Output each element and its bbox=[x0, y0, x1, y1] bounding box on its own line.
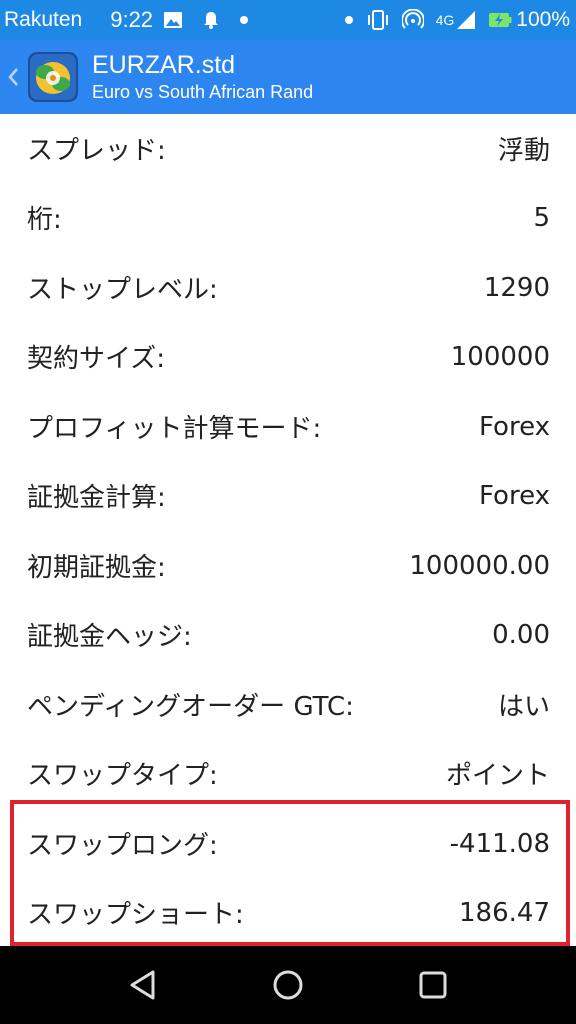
spec-label: 桁: bbox=[27, 205, 62, 235]
notification-bell-icon bbox=[201, 10, 221, 30]
carrier-name: Rakuten bbox=[4, 8, 83, 31]
spec-value: 100000.00 bbox=[409, 550, 550, 581]
spec-row-swap-type: スワップタイプ: ポイント bbox=[0, 739, 576, 808]
vibrate-icon bbox=[366, 10, 390, 30]
symbol-title: EURZAR.std bbox=[92, 51, 236, 79]
spec-row-digits: 桁: 5 bbox=[0, 183, 576, 252]
spec-value: はい bbox=[497, 692, 550, 722]
spec-row-margin-calc: 証拠金計算: Forex bbox=[0, 461, 576, 530]
spec-value: 5 bbox=[533, 202, 550, 233]
back-triangle-icon[interactable] bbox=[123, 965, 163, 1005]
hotspot-icon bbox=[401, 9, 424, 31]
battery-level: 100% bbox=[516, 8, 570, 31]
spec-value: 100000 bbox=[450, 341, 550, 372]
spec-row-stop-level: ストップレベル: 1290 bbox=[0, 253, 576, 322]
spec-label: 証拠金ヘッジ: bbox=[27, 622, 192, 652]
image-icon bbox=[163, 10, 183, 30]
spec-value: 1290 bbox=[483, 272, 550, 303]
recents-square-icon[interactable] bbox=[413, 965, 453, 1005]
spec-row-profit-calc-mode: プロフィット計算モード: Forex bbox=[0, 392, 576, 461]
spec-value: ポイント bbox=[445, 761, 550, 791]
spec-label: スワップタイプ: bbox=[27, 761, 218, 791]
symbol-description: Euro vs South African Rand bbox=[92, 82, 314, 102]
spec-value: Forex bbox=[479, 480, 550, 511]
spec-label: スプレッド: bbox=[27, 136, 166, 166]
spec-row-contract-size: 契約サイズ: 100000 bbox=[0, 322, 576, 391]
network-type: 4G bbox=[435, 12, 455, 28]
battery-charging-icon bbox=[488, 9, 512, 31]
spec-label: 契約サイズ: bbox=[27, 344, 165, 374]
spec-row-margin-hedge: 証拠金ヘッジ: 0.00 bbox=[0, 600, 576, 669]
system-navigation-bar bbox=[0, 946, 576, 1024]
spec-row-spread: スプレッド: 浮動 bbox=[0, 114, 576, 183]
chevron-left-icon[interactable] bbox=[2, 40, 24, 114]
dot-icon bbox=[239, 15, 249, 25]
signal-icon bbox=[456, 10, 476, 30]
spec-row-pending-order-gtc: ペンディングオーダー GTC: はい bbox=[0, 670, 576, 739]
status-bar: Rakuten 9:22 4G 100% bbox=[0, 0, 576, 40]
spec-label: 証拠金計算: bbox=[27, 483, 166, 513]
home-circle-icon[interactable] bbox=[268, 965, 308, 1005]
metatrader-logo-icon[interactable] bbox=[26, 50, 80, 104]
dot-icon bbox=[344, 15, 354, 25]
spec-value: 浮動 bbox=[497, 136, 550, 166]
swap-highlight-box bbox=[10, 800, 570, 946]
spec-row-initial-margin: 初期証拠金: 100000.00 bbox=[0, 531, 576, 600]
app-bar: EURZAR.std Euro vs South African Rand bbox=[0, 40, 576, 114]
clock: 9:22 bbox=[110, 7, 154, 32]
spec-label: ペンディングオーダー GTC: bbox=[27, 692, 354, 722]
spec-label: 初期証拠金: bbox=[27, 553, 166, 583]
spec-label: プロフィット計算モード: bbox=[27, 414, 322, 444]
spec-value: Forex bbox=[479, 411, 550, 442]
spec-label: ストップレベル: bbox=[27, 275, 218, 305]
spec-value: 0.00 bbox=[492, 619, 550, 650]
